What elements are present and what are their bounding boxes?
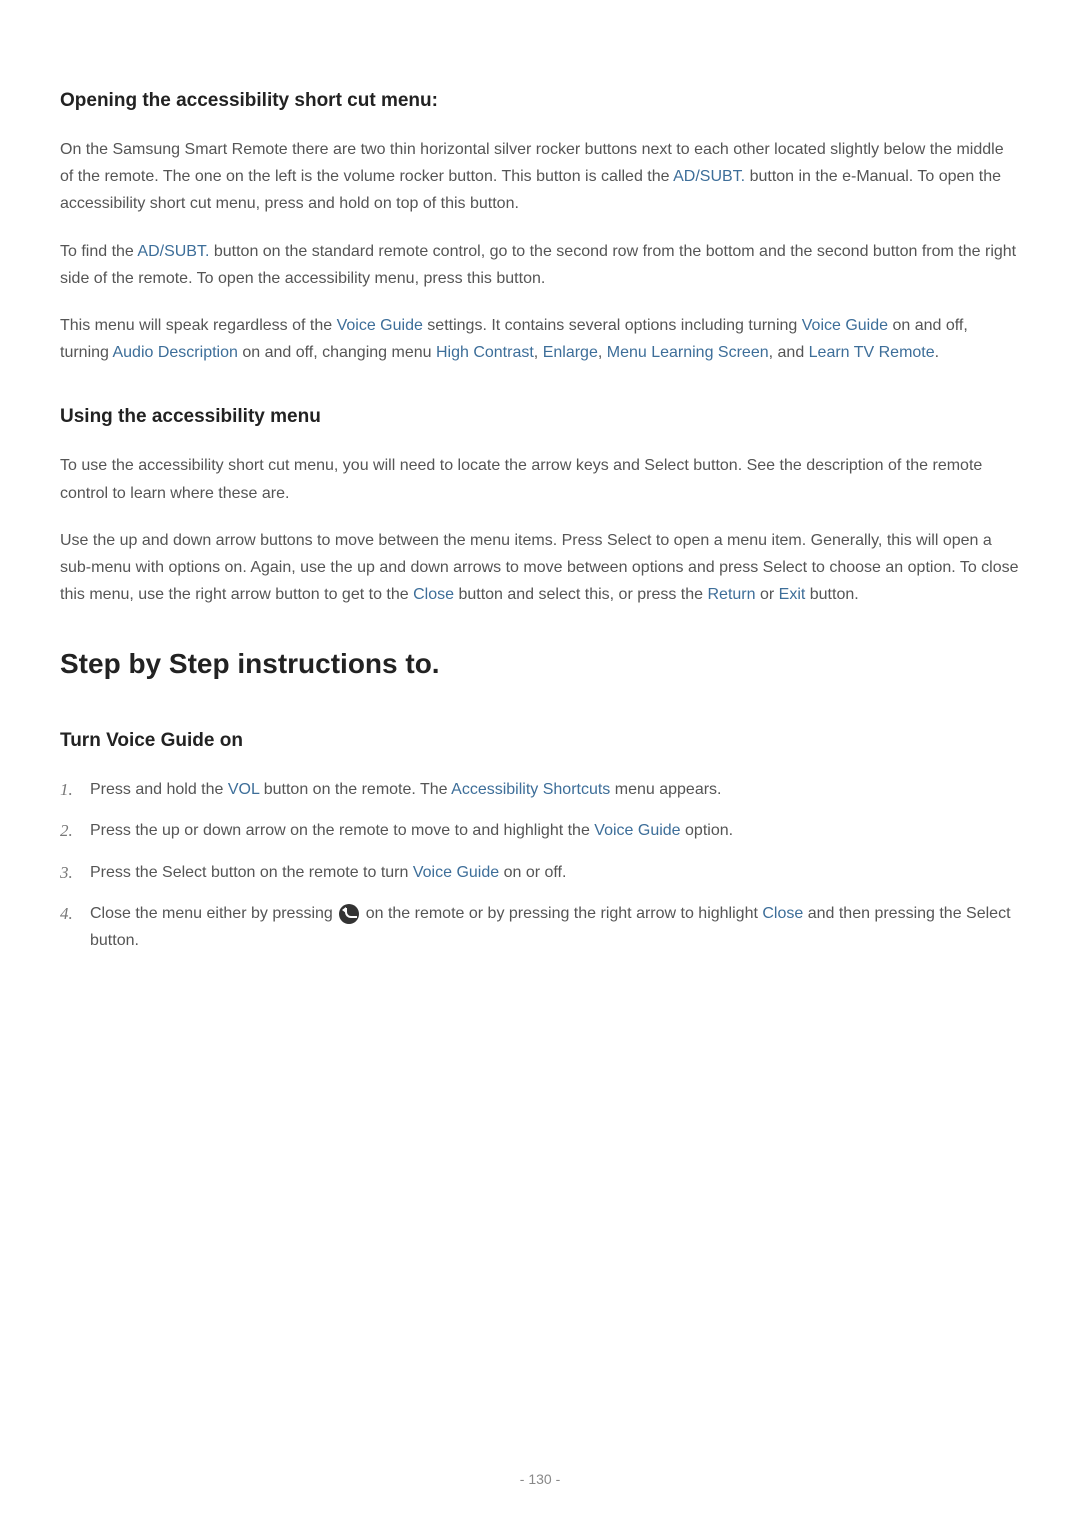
text: , (534, 344, 543, 361)
page-number: - 130 - (520, 1471, 560, 1487)
text: , and (769, 344, 809, 361)
heading-step-by-step: Step by Step instructions to. (60, 648, 1020, 680)
heading-using: Using the accessibility menu (60, 406, 1020, 428)
paragraph-opening-3: This menu will speak regardless of the V… (60, 312, 1020, 366)
text: menu appears. (610, 781, 721, 798)
term-voice-guide: Voice Guide (802, 317, 888, 334)
term-menu-learning-screen: Menu Learning Screen (607, 344, 769, 361)
term-accessibility-shortcuts: Accessibility Shortcuts (451, 781, 610, 798)
text: button and select this, or press the (454, 586, 707, 603)
text: on or off. (499, 864, 566, 881)
ordered-list-steps: Press and hold the VOL button on the rem… (60, 776, 1020, 954)
section-turn-voice-guide-on: Turn Voice Guide on Press and hold the V… (60, 730, 1020, 954)
term-ad-subt: AD/SUBT. (137, 243, 209, 260)
text: on and off, changing menu (238, 344, 436, 361)
term-vol: VOL (228, 781, 259, 798)
text: button. (805, 586, 858, 603)
term-voice-guide: Voice Guide (594, 822, 680, 839)
text: Close the menu either by pressing (90, 905, 337, 922)
paragraph-opening-2: To find the AD/SUBT. button on the stand… (60, 238, 1020, 292)
term-exit: Exit (779, 586, 806, 603)
term-close: Close (762, 905, 803, 922)
section-using-menu: Using the accessibility menu To use the … (60, 406, 1020, 608)
term-high-contrast: High Contrast (436, 344, 534, 361)
term-audio-description: Audio Description (112, 344, 237, 361)
paragraph-opening-1: On the Samsung Smart Remote there are tw… (60, 136, 1020, 218)
text: on the remote or by pressing the right a… (361, 905, 762, 922)
term-voice-guide: Voice Guide (413, 864, 499, 881)
text: Press the Select button on the remote to… (90, 864, 413, 881)
list-item: Press and hold the VOL button on the rem… (90, 776, 1020, 803)
text: To find the (60, 243, 137, 260)
term-learn-tv-remote: Learn TV Remote (809, 344, 935, 361)
term-enlarge: Enlarge (543, 344, 598, 361)
list-item: Press the Select button on the remote to… (90, 859, 1020, 886)
term-ad-subt: AD/SUBT. (673, 168, 745, 185)
term-voice-guide: Voice Guide (337, 317, 423, 334)
text: Press the up or down arrow on the remote… (90, 822, 594, 839)
return-icon (339, 904, 359, 924)
section-opening-menu: Opening the accessibility short cut menu… (60, 90, 1020, 366)
heading-opening: Opening the accessibility short cut menu… (60, 90, 1020, 112)
list-item: Press the up or down arrow on the remote… (90, 817, 1020, 844)
text: , (598, 344, 607, 361)
paragraph-using-1: To use the accessibility short cut menu,… (60, 452, 1020, 506)
text: or (756, 586, 779, 603)
text: This menu will speak regardless of the (60, 317, 337, 334)
term-close: Close (413, 586, 454, 603)
text: option. (681, 822, 733, 839)
term-return: Return (707, 586, 755, 603)
list-item: Close the menu either by pressing on the… (90, 900, 1020, 954)
text: Press and hold the (90, 781, 228, 798)
text: settings. It contains several options in… (423, 317, 802, 334)
text: button on the remote. The (259, 781, 451, 798)
paragraph-using-2: Use the up and down arrow buttons to mov… (60, 527, 1020, 609)
text: . (935, 344, 939, 361)
heading-turn-voice-guide: Turn Voice Guide on (60, 730, 1020, 752)
